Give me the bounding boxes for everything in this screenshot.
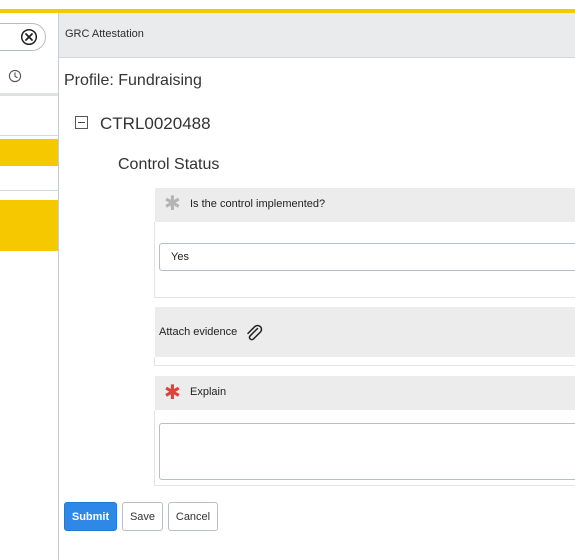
question-implemented-label: Is the control implemented? — [190, 198, 326, 210]
close-circle-icon[interactable] — [20, 28, 38, 46]
attach-evidence-panel — [154, 357, 575, 366]
submit-button[interactable]: Submit — [64, 502, 117, 531]
nav-item-highlighted[interactable] — [0, 200, 58, 251]
implemented-select[interactable]: Yes — [159, 243, 575, 271]
nav-divider — [0, 190, 58, 191]
explain-label: Explain — [190, 386, 227, 398]
form-header-bar: GRC Attestation — [59, 13, 575, 58]
nav-item-active[interactable] — [0, 139, 58, 166]
control-id: CTRL0020488 — [100, 114, 211, 133]
attach-evidence-label: Attach evidence — [159, 326, 238, 338]
required-indicator-icon: ✱ — [164, 382, 181, 404]
paperclip-icon[interactable] — [244, 323, 264, 343]
collapse-toggle-icon[interactable] — [75, 116, 88, 129]
nav-divider — [0, 135, 58, 136]
nav-divider — [0, 93, 58, 96]
save-button[interactable]: Save — [122, 502, 163, 531]
clock-icon[interactable] — [8, 69, 22, 83]
section-title: Control Status — [118, 156, 220, 173]
cancel-button[interactable]: Cancel — [168, 502, 218, 531]
profile-title: Profile: Fundraising — [64, 72, 202, 89]
required-indicator-icon: ✱ — [164, 193, 181, 215]
header-title: GRC Attestation — [65, 28, 144, 40]
explain-textarea[interactable] — [159, 423, 575, 480]
left-navigation — [0, 13, 59, 560]
